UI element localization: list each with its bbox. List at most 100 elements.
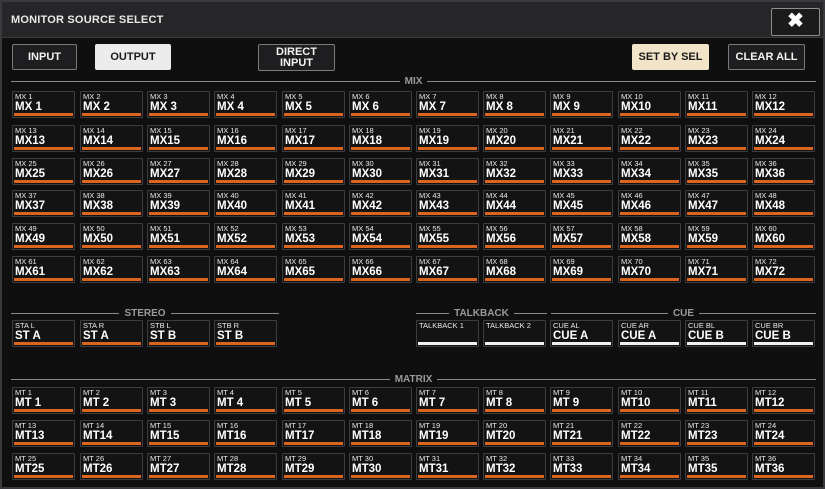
matrix-button[interactable]: MT 6 MT 6 [349,387,412,414]
mix-button[interactable]: MX 50 MX50 [80,223,143,250]
matrix-button[interactable]: MT 34 MT34 [618,453,681,480]
mix-button[interactable]: MX 28 MX28 [214,158,277,185]
matrix-button[interactable]: MT 7 MT 7 [416,387,479,414]
matrix-button[interactable]: MT 21 MT21 [550,420,613,447]
mix-button[interactable]: MX 60 MX60 [752,223,815,250]
matrix-button[interactable]: MT 19 MT19 [416,420,479,447]
input-button[interactable]: INPUT [12,44,77,70]
set-by-sel-button[interactable]: SET BY SEL [632,44,709,70]
mix-button[interactable]: MX 66 MX66 [349,256,412,283]
matrix-button[interactable]: MT 5 MT 5 [282,387,345,414]
mix-button[interactable]: MX 11 MX11 [685,91,748,118]
mix-button[interactable]: MX 8 MX 8 [483,91,546,118]
stereo-button[interactable]: STB R ST B [214,320,277,347]
matrix-button[interactable]: MT 24 MT24 [752,420,815,447]
mix-button[interactable]: MX 49 MX49 [12,223,75,250]
cue-button[interactable]: CUE AR CUE A [618,320,681,347]
matrix-button[interactable]: MT 11 MT11 [685,387,748,414]
mix-button[interactable]: MX 6 MX 6 [349,91,412,118]
mix-button[interactable]: MX 1 MX 1 [12,91,75,118]
matrix-button[interactable]: MT 1 MT 1 [12,387,75,414]
mix-button[interactable]: MX 26 MX26 [80,158,143,185]
mix-button[interactable]: MX 39 MX39 [147,190,210,217]
mix-button[interactable]: MX 58 MX58 [618,223,681,250]
direct-input-button[interactable]: DIRECT INPUT [258,44,335,71]
mix-button[interactable]: MX 64 MX64 [214,256,277,283]
mix-button[interactable]: MX 24 MX24 [752,125,815,152]
mix-button[interactable]: MX 52 MX52 [214,223,277,250]
matrix-button[interactable]: MT 36 MT36 [752,453,815,480]
mix-button[interactable]: MX 38 MX38 [80,190,143,217]
mix-button[interactable]: MX 25 MX25 [12,158,75,185]
matrix-button[interactable]: MT 12 MT12 [752,387,815,414]
mix-button[interactable]: MX 54 MX54 [349,223,412,250]
cue-button[interactable]: CUE BR CUE B [752,320,815,347]
matrix-button[interactable]: MT 26 MT26 [80,453,143,480]
mix-button[interactable]: MX 42 MX42 [349,190,412,217]
matrix-button[interactable]: MT 27 MT27 [147,453,210,480]
matrix-button[interactable]: MT 9 MT 9 [550,387,613,414]
mix-button[interactable]: MX 32 MX32 [483,158,546,185]
mix-button[interactable]: MX 62 MX62 [80,256,143,283]
mix-button[interactable]: MX 61 MX61 [12,256,75,283]
mix-button[interactable]: MX 3 MX 3 [147,91,210,118]
matrix-button[interactable]: MT 17 MT17 [282,420,345,447]
mix-button[interactable]: MX 70 MX70 [618,256,681,283]
mix-button[interactable]: MX 27 MX27 [147,158,210,185]
matrix-button[interactable]: MT 29 MT29 [282,453,345,480]
mix-button[interactable]: MX 17 MX17 [282,125,345,152]
matrix-button[interactable]: MT 2 MT 2 [80,387,143,414]
mix-button[interactable]: MX 48 MX48 [752,190,815,217]
matrix-button[interactable]: MT 32 MT32 [483,453,546,480]
mix-button[interactable]: MX 10 MX10 [618,91,681,118]
mix-button[interactable]: MX 71 MX71 [685,256,748,283]
matrix-button[interactable]: MT 8 MT 8 [483,387,546,414]
matrix-button[interactable]: MT 23 MT23 [685,420,748,447]
matrix-button[interactable]: MT 20 MT20 [483,420,546,447]
mix-button[interactable]: MX 69 MX69 [550,256,613,283]
mix-button[interactable]: MX 55 MX55 [416,223,479,250]
talkback-button[interactable]: TALKBACK 2 [483,320,546,347]
mix-button[interactable]: MX 9 MX 9 [550,91,613,118]
mix-button[interactable]: MX 23 MX23 [685,125,748,152]
matrix-button[interactable]: MT 33 MT33 [550,453,613,480]
matrix-button[interactable]: MT 14 MT14 [80,420,143,447]
mix-button[interactable]: MX 31 MX31 [416,158,479,185]
mix-button[interactable]: MX 53 MX53 [282,223,345,250]
mix-button[interactable]: MX 19 MX19 [416,125,479,152]
matrix-button[interactable]: MT 13 MT13 [12,420,75,447]
matrix-button[interactable]: MT 15 MT15 [147,420,210,447]
mix-button[interactable]: MX 30 MX30 [349,158,412,185]
mix-button[interactable]: MX 22 MX22 [618,125,681,152]
matrix-button[interactable]: MT 28 MT28 [214,453,277,480]
mix-button[interactable]: MX 5 MX 5 [282,91,345,118]
mix-button[interactable]: MX 56 MX56 [483,223,546,250]
mix-button[interactable]: MX 33 MX33 [550,158,613,185]
mix-button[interactable]: MX 37 MX37 [12,190,75,217]
mix-button[interactable]: MX 34 MX34 [618,158,681,185]
mix-button[interactable]: MX 67 MX67 [416,256,479,283]
mix-button[interactable]: MX 44 MX44 [483,190,546,217]
matrix-button[interactable]: MT 18 MT18 [349,420,412,447]
mix-button[interactable]: MX 21 MX21 [550,125,613,152]
output-button[interactable]: OUTPUT [95,44,171,70]
matrix-button[interactable]: MT 22 MT22 [618,420,681,447]
mix-button[interactable]: MX 15 MX15 [147,125,210,152]
mix-button[interactable]: MX 63 MX63 [147,256,210,283]
close-button[interactable]: ✖ [771,8,820,36]
mix-button[interactable]: MX 57 MX57 [550,223,613,250]
matrix-button[interactable]: MT 35 MT35 [685,453,748,480]
mix-button[interactable]: MX 68 MX68 [483,256,546,283]
mix-button[interactable]: MX 12 MX12 [752,91,815,118]
mix-button[interactable]: MX 35 MX35 [685,158,748,185]
cue-button[interactable]: CUE AL CUE A [550,320,613,347]
mix-button[interactable]: MX 43 MX43 [416,190,479,217]
mix-button[interactable]: MX 47 MX47 [685,190,748,217]
cue-button[interactable]: CUE BL CUE B [685,320,748,347]
mix-button[interactable]: MX 45 MX45 [550,190,613,217]
mix-button[interactable]: MX 51 MX51 [147,223,210,250]
mix-button[interactable]: MX 59 MX59 [685,223,748,250]
mix-button[interactable]: MX 36 MX36 [752,158,815,185]
matrix-button[interactable]: MT 30 MT30 [349,453,412,480]
clear-all-button[interactable]: CLEAR ALL [728,44,805,70]
